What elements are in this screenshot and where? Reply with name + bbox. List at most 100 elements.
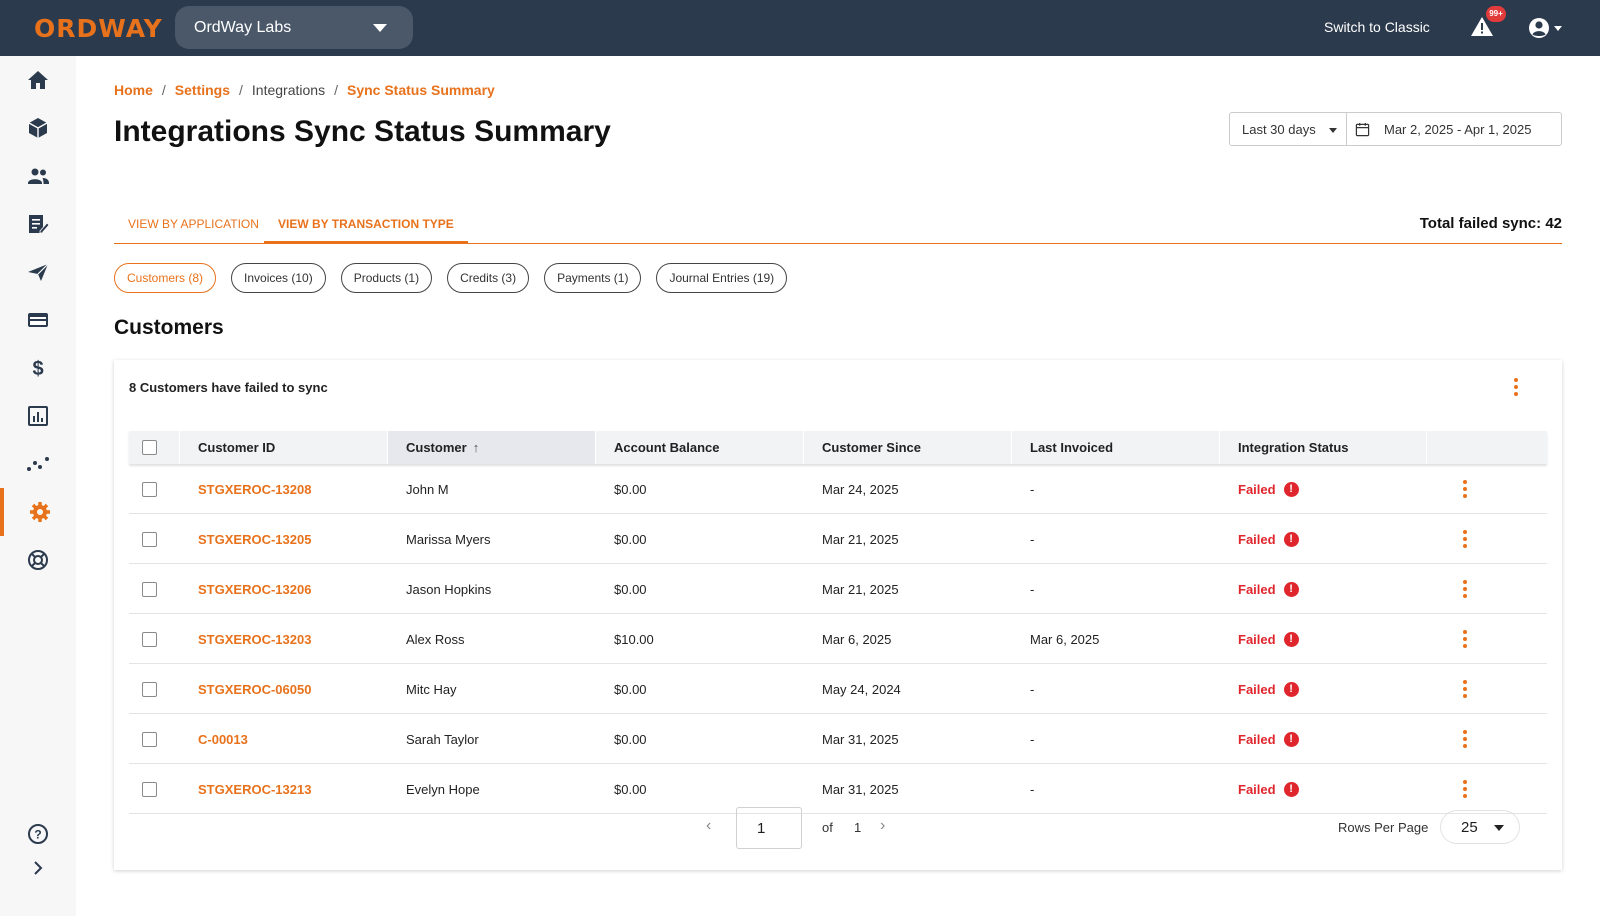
customer-id-link[interactable]: STGXEROC-13208	[180, 464, 311, 514]
customers-card: 8 Customers have failed to sync Customer…	[114, 360, 1562, 870]
customer-name: Mitc Hay	[406, 681, 457, 697]
sidebar-item-analytics[interactable]	[0, 440, 76, 488]
account-balance: $0.00	[614, 731, 647, 747]
integration-status: Failed !	[1220, 514, 1299, 564]
sidebar-item-support[interactable]	[0, 536, 76, 584]
table-row[interactable]: STGXEROC-13205 Marissa Myers $0.00 Mar 2…	[129, 514, 1547, 564]
row-checkbox[interactable]	[142, 631, 157, 647]
page-number-input[interactable]: 1	[736, 807, 802, 849]
row-more-menu-icon[interactable]	[1455, 676, 1475, 702]
error-icon[interactable]: !	[1283, 731, 1299, 747]
row-checkbox[interactable]	[142, 581, 157, 597]
row-more-menu-icon[interactable]	[1455, 476, 1475, 502]
help-icon: ?	[28, 824, 48, 844]
row-more-menu-icon[interactable]	[1455, 776, 1475, 802]
page-title: Integrations Sync Status Summary	[114, 115, 611, 148]
switch-to-classic-link[interactable]: Switch to Classic	[1324, 19, 1430, 35]
caret-down-icon	[1494, 825, 1504, 831]
caret-down-icon	[1329, 128, 1337, 133]
customer-since: Mar 21, 2025	[822, 531, 899, 547]
section-title: Customers	[114, 316, 224, 339]
row-select-cell	[129, 514, 180, 564]
last-invoiced: -	[1030, 531, 1035, 547]
customer-id-link[interactable]: STGXEROC-13206	[180, 564, 311, 614]
customer-id-link[interactable]: STGXEROC-13203	[180, 614, 311, 664]
sidebar-item-payments[interactable]	[0, 296, 76, 344]
breadcrumb-current[interactable]: Sync Status Summary	[347, 82, 495, 98]
error-icon[interactable]: !	[1283, 631, 1299, 647]
status-label: Failed	[1238, 731, 1276, 747]
card-more-menu-icon[interactable]	[1506, 372, 1526, 402]
table-row[interactable]: STGXEROC-13206 Jason Hopkins $0.00 Mar 2…	[129, 564, 1547, 614]
svg-text:$: $	[32, 358, 43, 380]
tab-view-by-application[interactable]: VIEW BY APPLICATION	[114, 212, 273, 244]
sidebar-item-reports[interactable]	[0, 392, 76, 440]
sidebar: $ ?	[0, 56, 76, 916]
chip-credits[interactable]: Credits (3)	[447, 263, 530, 293]
customer-id-link[interactable]: C-00013	[180, 714, 248, 764]
chip-invoices[interactable]: Invoices (10)	[231, 263, 326, 293]
sidebar-item-billing[interactable]	[0, 200, 76, 248]
organization-select[interactable]: OrdWay Labs	[175, 6, 413, 49]
table-row[interactable]: STGXEROC-13208 John M $0.00 Mar 24, 2025…	[129, 464, 1547, 514]
status-label: Failed	[1238, 681, 1276, 697]
select-all-checkbox[interactable]	[142, 440, 157, 455]
row-more-menu-icon[interactable]	[1455, 726, 1475, 752]
column-integration-status[interactable]: Integration Status	[1220, 431, 1427, 464]
error-icon[interactable]: !	[1283, 531, 1299, 547]
previous-page-button[interactable]: ‹	[706, 817, 711, 835]
chip-customers[interactable]: Customers (8)	[114, 263, 217, 293]
column-last-invoiced[interactable]: Last Invoiced	[1012, 431, 1220, 464]
sidebar-item-customers[interactable]	[0, 152, 76, 200]
row-select-cell	[129, 714, 180, 764]
customer-since: Mar 31, 2025	[822, 731, 899, 747]
breadcrumb-home[interactable]: Home	[114, 82, 153, 98]
row-checkbox[interactable]	[142, 531, 157, 547]
customer-id-link[interactable]: STGXEROC-06050	[180, 664, 311, 714]
row-checkbox[interactable]	[142, 781, 157, 797]
date-range-input[interactable]: Mar 2, 2025 - Apr 1, 2025	[1347, 122, 1531, 137]
column-customer-id[interactable]: Customer ID	[180, 431, 388, 464]
error-icon[interactable]: !	[1283, 581, 1299, 597]
chip-journal-entries[interactable]: Journal Entries (19)	[656, 263, 788, 293]
next-page-button[interactable]: ›	[880, 817, 885, 835]
rows-per-page-select[interactable]: 25	[1441, 811, 1519, 843]
total-failed-sync: Total failed sync: 42	[1419, 215, 1562, 232]
sidebar-item-products[interactable]	[0, 104, 76, 152]
sidebar-item-send[interactable]	[0, 248, 76, 296]
row-checkbox[interactable]	[142, 681, 157, 697]
sidebar-item-revenue[interactable]: $	[0, 344, 76, 392]
error-icon[interactable]: !	[1283, 781, 1299, 797]
row-checkbox[interactable]	[142, 481, 157, 497]
status-label: Failed	[1238, 781, 1276, 797]
column-customer[interactable]: Customer ↑	[388, 431, 596, 464]
table-row[interactable]: STGXEROC-13203 Alex Ross $10.00 Mar 6, 2…	[129, 614, 1547, 664]
row-checkbox[interactable]	[142, 731, 157, 747]
user-menu-button[interactable]	[1527, 15, 1575, 41]
customer-id-link[interactable]: STGXEROC-13205	[180, 514, 311, 564]
row-select-cell	[129, 614, 180, 664]
row-more-menu-icon[interactable]	[1455, 626, 1475, 652]
date-range-text: Mar 2, 2025 - Apr 1, 2025	[1384, 121, 1532, 137]
row-more-menu-icon[interactable]	[1455, 526, 1475, 552]
sidebar-expand-button[interactable]	[0, 844, 76, 892]
sidebar-item-settings[interactable]	[0, 488, 76, 536]
table-row[interactable]: C-00013 Sarah Taylor $0.00 Mar 31, 2025 …	[129, 714, 1547, 764]
chip-payments[interactable]: Payments (1)	[544, 263, 642, 293]
sidebar-item-home[interactable]	[0, 56, 76, 104]
chip-products[interactable]: Products (1)	[340, 263, 433, 293]
ordway-logo[interactable]: ORDWAY	[34, 14, 163, 43]
row-more-menu-icon[interactable]	[1455, 576, 1475, 602]
tab-view-by-transaction-type[interactable]: VIEW BY TRANSACTION TYPE	[264, 212, 468, 244]
error-icon[interactable]: !	[1283, 681, 1299, 697]
bar-chart-icon	[28, 406, 48, 426]
table-body: STGXEROC-13208 John M $0.00 Mar 24, 2025…	[129, 464, 1547, 814]
table-row[interactable]: STGXEROC-06050 Mitc Hay $0.00 May 24, 20…	[129, 664, 1547, 714]
error-icon[interactable]: !	[1283, 481, 1299, 497]
column-account-balance[interactable]: Account Balance	[596, 431, 804, 464]
customer-name: Sarah Taylor	[406, 731, 479, 747]
column-customer-since[interactable]: Customer Since	[804, 431, 1012, 464]
breadcrumb-settings[interactable]: Settings	[175, 82, 230, 98]
date-range-select[interactable]: Last 30 days	[1230, 113, 1347, 145]
customer-name: Alex Ross	[406, 631, 465, 647]
